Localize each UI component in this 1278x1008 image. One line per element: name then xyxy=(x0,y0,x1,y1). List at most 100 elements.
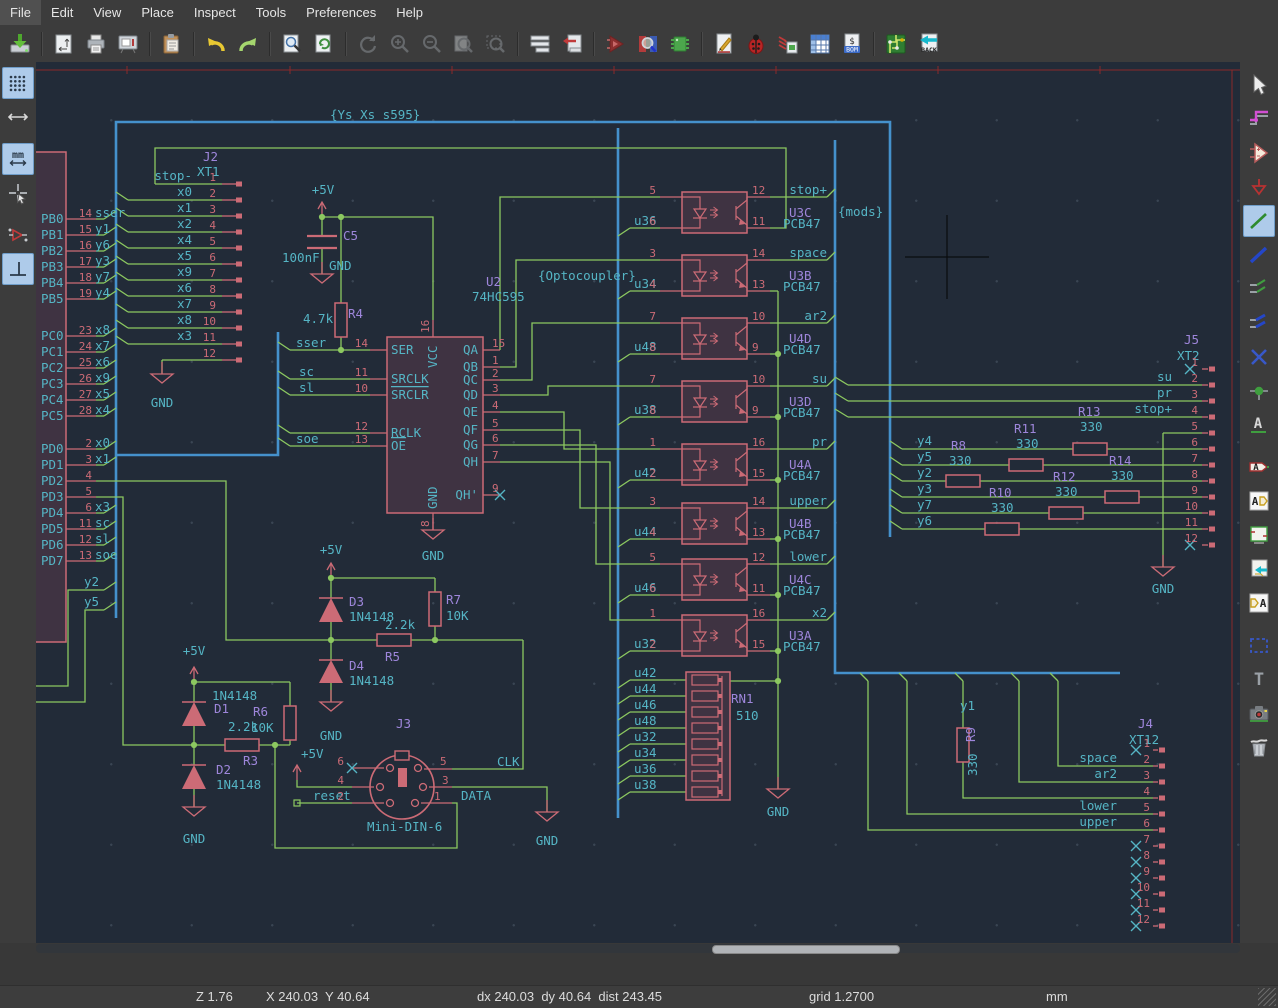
resize-grip xyxy=(1258,988,1276,1006)
hierarchical-sheet-button[interactable] xyxy=(1243,519,1275,551)
schematic-text: PB0 xyxy=(41,211,64,226)
zoom-fit-button[interactable] xyxy=(449,29,479,59)
place-image-button[interactable] xyxy=(1243,697,1275,729)
bom-button[interactable]: $BOM xyxy=(837,29,867,59)
menu-item-inspect[interactable]: Inspect xyxy=(184,0,246,25)
leave-sheet-button[interactable] xyxy=(557,29,587,59)
schematic-canvas[interactable]: 14sserPB015y1PB116y6PB217y3PB318y7PB419y… xyxy=(36,62,1240,943)
grid-button[interactable] xyxy=(2,67,34,99)
save-button[interactable] xyxy=(5,29,35,59)
junction-button[interactable] xyxy=(1243,375,1275,407)
cursor-shape-button[interactable] xyxy=(2,177,34,209)
print-button[interactable] xyxy=(81,29,111,59)
erc-button[interactable] xyxy=(741,29,771,59)
orthogonal-wires-button[interactable] xyxy=(2,253,34,285)
zoom-out-button[interactable] xyxy=(417,29,447,59)
select-button[interactable] xyxy=(1243,69,1275,101)
units-mm-button[interactable]: mm xyxy=(2,143,34,175)
horizontal-scrollbar-thumb[interactable] xyxy=(712,945,900,954)
undo-button[interactable] xyxy=(201,29,231,59)
schematic-text: 10 xyxy=(1185,500,1198,513)
schematic-text: R10 xyxy=(989,485,1012,500)
schematic-text: y7 xyxy=(95,269,110,284)
menu-item-view[interactable]: View xyxy=(83,0,131,25)
menu-item-tools[interactable]: Tools xyxy=(246,0,296,25)
graphic-text-button[interactable]: T xyxy=(1243,663,1275,695)
net-label-button[interactable]: A xyxy=(1243,409,1275,441)
schematic-text: 6 xyxy=(649,582,656,595)
schematic-text: GND xyxy=(183,831,206,846)
schematic-text: 6 xyxy=(209,251,216,264)
run-simulator-button[interactable] xyxy=(601,29,631,59)
delete-tool-icon xyxy=(1247,735,1271,759)
run-pcbnew-icon xyxy=(884,32,908,56)
menu-item-file[interactable]: File xyxy=(0,0,41,25)
menu-item-help[interactable]: Help xyxy=(386,0,433,25)
symbol-fields-table-button[interactable] xyxy=(805,29,835,59)
import-sheet-pin-button[interactable] xyxy=(1243,553,1275,585)
schematic-text: u34 xyxy=(634,745,657,760)
schematic-text: R7 xyxy=(446,592,461,607)
schematic-text: 9 xyxy=(209,299,216,312)
delete-tool-button[interactable] xyxy=(1243,731,1275,763)
erc-icon xyxy=(744,32,768,56)
plot-button[interactable] xyxy=(113,29,143,59)
schematic-text: 330 xyxy=(965,753,980,776)
global-label-button[interactable]: A xyxy=(1243,451,1275,483)
hierarchy-navigator-button[interactable] xyxy=(525,29,555,59)
assign-footprints-button[interactable] xyxy=(773,29,803,59)
place-wire-button[interactable] xyxy=(1243,205,1275,237)
find-replace-button[interactable] xyxy=(309,29,339,59)
schematic-text: GND xyxy=(536,833,559,848)
place-power-button[interactable] xyxy=(1243,171,1275,203)
schematic-text: y2 xyxy=(84,574,99,589)
units-inch-button[interactable] xyxy=(2,101,34,133)
schematic-text: {Ys Xs s595} xyxy=(330,107,420,122)
zoom-out-icon xyxy=(420,32,444,56)
hierarchical-label-button[interactable]: A xyxy=(1243,485,1275,517)
zoom-in-button[interactable] xyxy=(385,29,415,59)
schematic-drawing[interactable]: 14sserPB015y1PB116y6PB217y3PB318y7PB419y… xyxy=(36,62,1240,943)
zoom-selection-button[interactable] xyxy=(481,29,511,59)
symbol-fields-table-icon xyxy=(808,32,832,56)
paste-button[interactable] xyxy=(157,29,187,59)
status-units: mm xyxy=(1046,989,1068,1004)
menu-item-preferences[interactable]: Preferences xyxy=(296,0,386,25)
schematic-text: PCB47 xyxy=(783,583,821,598)
graphic-line-button[interactable] xyxy=(1243,629,1275,661)
schematic-text: PD7 xyxy=(41,553,64,568)
highlight-net-button[interactable] xyxy=(1243,103,1275,135)
place-symbol-button[interactable] xyxy=(1243,137,1275,169)
horizontal-scrollbar[interactable] xyxy=(36,944,1240,953)
schematic-text: OE xyxy=(391,438,406,453)
hidden-pins-button[interactable] xyxy=(2,219,34,251)
back-annotate-icon: BACK xyxy=(916,32,940,56)
schematic-text: x6 xyxy=(95,354,110,369)
menu-item-place[interactable]: Place xyxy=(131,0,184,25)
find-replace-icon xyxy=(312,32,336,56)
schematic-text: x4 xyxy=(95,402,110,417)
schematic-text: 23 xyxy=(79,324,92,337)
page-settings-button[interactable] xyxy=(49,29,79,59)
run-pcbnew-button[interactable] xyxy=(881,29,911,59)
symbol-library-browser-button[interactable] xyxy=(633,29,663,59)
schematic-text: stop+ xyxy=(789,182,827,197)
schematic-text: SER xyxy=(391,342,414,357)
schematic-text: 13 xyxy=(752,278,765,291)
place-bus-button[interactable] xyxy=(1243,239,1275,271)
back-annotate-button[interactable]: BACK xyxy=(913,29,943,59)
schematic-text: 330 xyxy=(1111,468,1134,483)
redo-button[interactable] xyxy=(233,29,263,59)
schematic-text: PCB47 xyxy=(783,468,821,483)
annotate-button[interactable] xyxy=(709,29,739,59)
wire-to-bus-entry-button[interactable] xyxy=(1243,273,1275,305)
bus-to-bus-entry-button[interactable] xyxy=(1243,307,1275,339)
menu-item-edit[interactable]: Edit xyxy=(41,0,83,25)
no-connect-flag-button[interactable] xyxy=(1243,341,1275,373)
sheet-pin-button[interactable]: A xyxy=(1243,587,1275,619)
refresh-view-button[interactable] xyxy=(353,29,383,59)
find-button[interactable] xyxy=(277,29,307,59)
schematic-text: 10K xyxy=(446,608,469,623)
place-bus-icon xyxy=(1247,243,1271,267)
footprint-chooser-button[interactable] xyxy=(665,29,695,59)
